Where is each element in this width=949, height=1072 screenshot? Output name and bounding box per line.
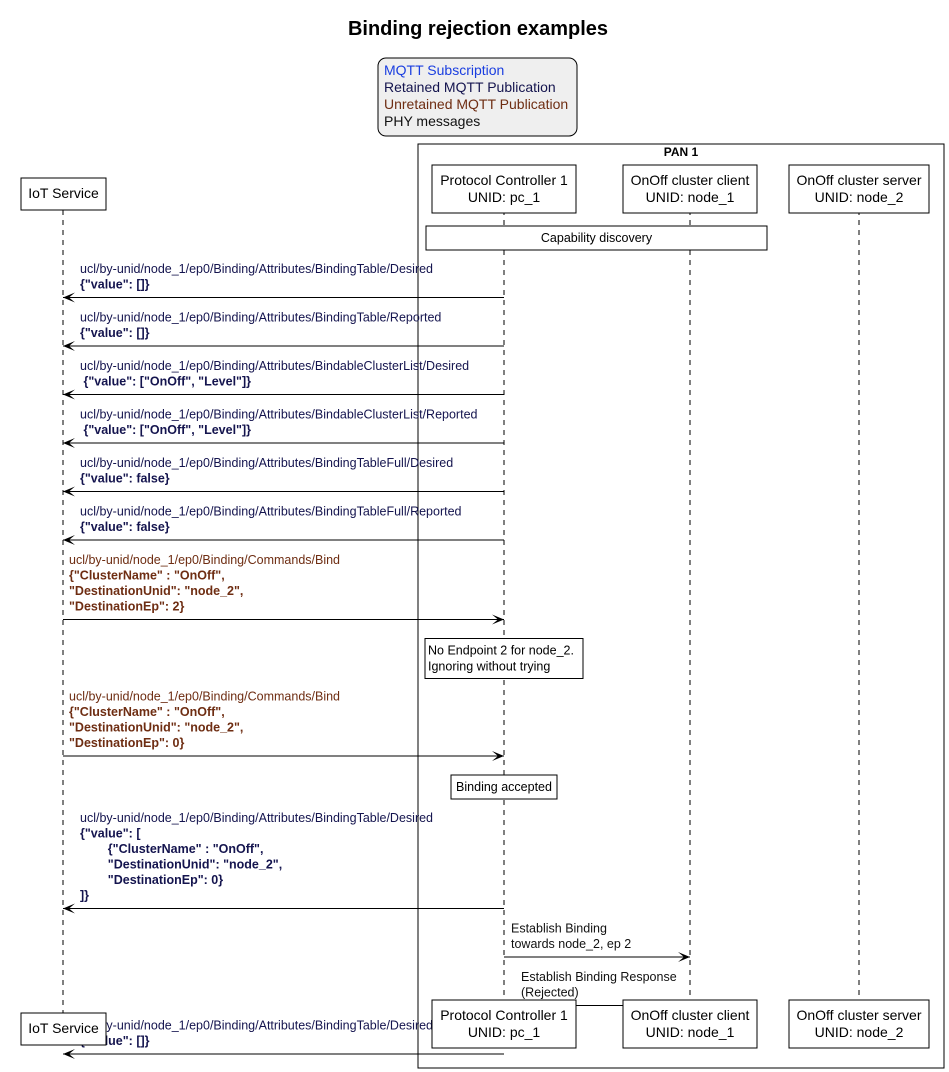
message-topic-line2: towards node_2, ep 2 [511,937,631,951]
message-topic: ucl/by-unid/node_1/ep0/Binding/Attribute… [80,408,478,422]
message-topic: ucl/by-unid/node_1/ep0/Binding/Attribute… [80,456,453,470]
participant-label: OnOff cluster server [796,1007,921,1023]
message-unretained: ucl/by-unid/node_1/ep0/Binding/Commands/… [63,553,504,625]
note-text: Capability discovery [541,231,653,245]
message-topic: Establish Binding Response [521,970,677,984]
group-frame [417,143,945,1069]
message-retained: ucl/by-unid/node_1/ep0/Binding/Attribute… [63,811,504,914]
note: No Endpoint 2 for node_2. Ignoring withou… [424,638,584,679]
message-topic: ucl/by-unid/node_1/ep0/Binding/Attribute… [80,359,469,373]
message-topic: ucl/by-unid/node_1/ep0/Binding/Attribute… [80,262,433,276]
message-retained: ucl/by-unid/node_1/ep0/Binding/Attribute… [63,262,504,303]
message-payload: {"ClusterName" : "OnOff", [80,842,263,856]
participant-client-top[interactable]: OnOff cluster clientUNID: node_1 [622,164,758,214]
legend-item-unretained: Unretained MQTT Publication [384,96,568,112]
sequence-diagram: Binding rejection examples MQTT Subscrip… [20,18,945,1069]
message-payload: {"value": ["OnOff", "Level"]} [80,423,251,437]
message-topic: ucl/by-unid/node_1/ep0/Binding/Attribute… [80,311,441,325]
message-payload: {"value": []} [80,278,150,292]
message-retained: ucl/by-unid/node_1/ep0/Binding/Attribute… [63,456,504,497]
message-payload: "DestinationUnid": "node_2", [69,721,243,735]
message-retained: ucl/by-unid/node_1/ep0/Binding/Attribute… [63,311,504,351]
legend-item-retained: Retained MQTT Publication [384,79,556,95]
message-retained: ucl/by-unid/node_1/ep0/Binding/Attribute… [63,505,504,545]
participant-label: OnOff cluster client [631,172,750,188]
participant-label: UNID: pc_1 [468,189,541,205]
participant-label: OnOff cluster client [631,1007,750,1023]
message-payload: {"value": false} [80,520,170,534]
message-retained: ucl/by-unid/node_1/ep0/Binding/Attribute… [63,408,504,448]
legend: MQTT SubscriptionRetained MQTT Publicati… [377,57,578,137]
message-topic: ucl/by-unid/node_1/ep0/Binding/Commands/… [69,553,340,567]
message-payload: {"value": [ [80,827,141,841]
participant-label: UNID: node_2 [815,189,904,205]
message-phy: Establish Bindingtowards node_2, ep 2 [504,922,690,962]
message-payload: {"ClusterName" : "OnOff", [69,705,225,719]
participant-label: UNID: node_1 [646,1024,735,1040]
note: Binding accepted [450,774,558,800]
message-payload: {"value": []} [80,326,150,340]
note-text: No Endpoint 2 for node_2. [428,644,574,658]
message-payload: "DestinationUnid": "node_2", [80,858,282,872]
legend-item-subscription: MQTT Subscription [384,62,504,78]
message-payload: {"value": false} [80,472,170,486]
participant-server-bottom[interactable]: OnOff cluster serverUNID: node_2 [788,999,930,1049]
message-topic: ucl/by-unid/node_1/ep0/Binding/Attribute… [80,505,462,519]
message-payload: ]} [80,889,89,903]
participant-server-top[interactable]: OnOff cluster serverUNID: node_2 [788,164,930,214]
note-text: Binding accepted [456,780,552,794]
participant-label: UNID: node_1 [646,189,735,205]
message-topic: Establish Binding [511,922,607,936]
participant-label: IoT Service [28,185,99,201]
participant-iot-top[interactable]: IoT Service [20,177,107,211]
note-text: Ignoring without trying [428,660,550,674]
participant-pc-top[interactable]: Protocol Controller 1UNID: pc_1 [431,164,577,214]
participant-label: Protocol Controller 1 [440,172,568,188]
group-box-pan-1: PAN 1 [417,143,945,1069]
participant-label: Protocol Controller 1 [440,1007,568,1023]
message-payload: "DestinationEp": 0} [80,873,223,887]
events: Capability discovery ucl/by-unid/node_1/e… [63,225,768,1059]
message-topic-line2: (Rejected) [521,986,579,1000]
message-topic: ucl/by-unid/node_1/ep0/Binding/Commands/… [69,690,340,704]
participant-pc-bottom[interactable]: Protocol Controller 1UNID: pc_1 [431,999,577,1049]
message-topic: ucl/by-unid/node_1/ep0/Binding/Attribute… [80,811,433,825]
participant-label: UNID: pc_1 [468,1024,541,1040]
participant-iot-bottom[interactable]: IoT Service [20,1012,107,1046]
message-payload: "DestinationUnid": "node_2", [69,584,243,598]
legend-item-phy: PHY messages [384,113,480,129]
diagram-title: Binding rejection examples [348,18,608,40]
participant-label: OnOff cluster server [796,172,921,188]
message-payload: "DestinationEp": 2} [69,600,184,614]
message-payload: "DestinationEp": 0} [69,736,184,750]
message-topic: ucl/by-unid/node_1/ep0/Binding/Attribute… [80,1019,433,1033]
participant-label: IoT Service [28,1020,99,1036]
message-payload: {"value": ["OnOff", "Level"]} [80,375,251,389]
group-label: PAN 1 [664,145,699,159]
message-unretained: ucl/by-unid/node_1/ep0/Binding/Commands/… [63,690,504,761]
participant-client-bottom[interactable]: OnOff cluster clientUNID: node_1 [622,999,758,1049]
note: Capability discovery [425,225,768,251]
message-retained: ucl/by-unid/node_1/ep0/Binding/Attribute… [63,359,504,400]
participant-label: UNID: node_2 [815,1024,904,1040]
message-payload: {"ClusterName" : "OnOff", [69,569,225,583]
